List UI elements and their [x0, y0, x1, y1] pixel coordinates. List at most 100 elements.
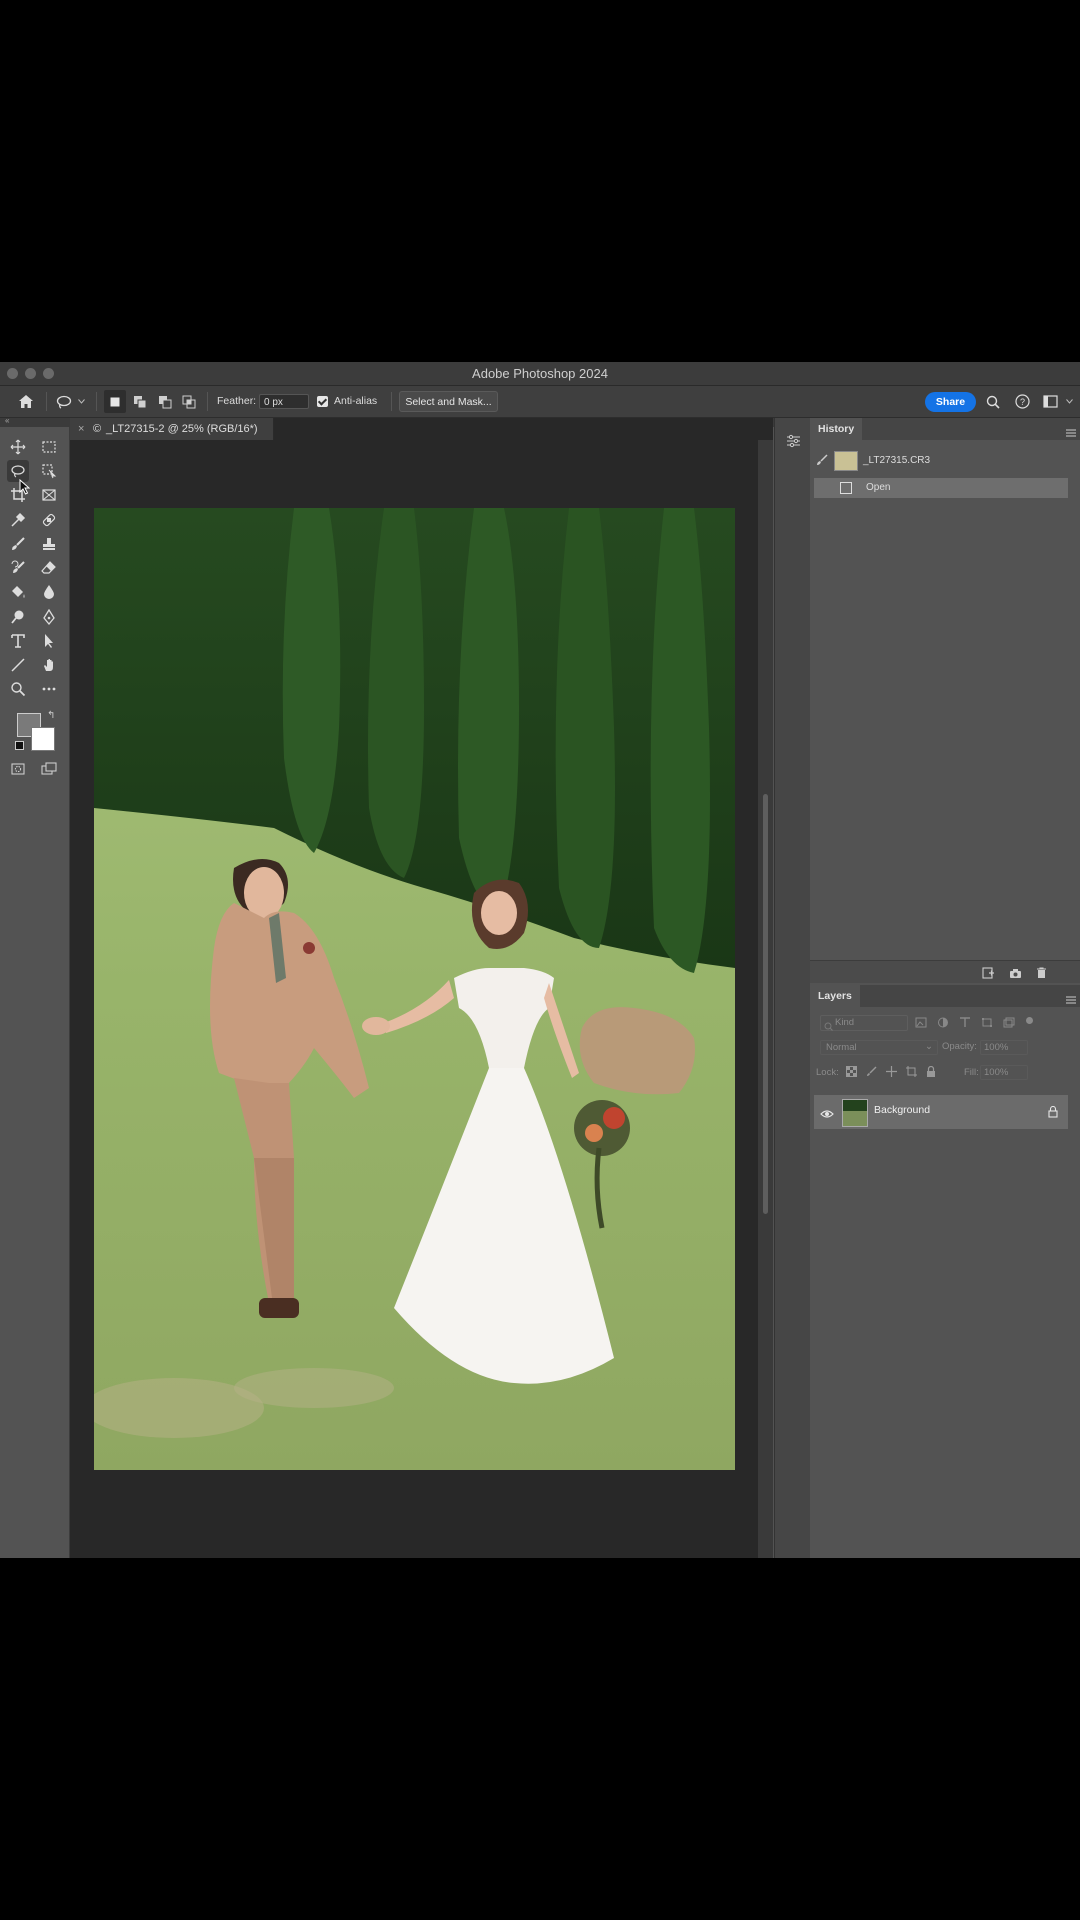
scrollbar-thumb[interactable]	[763, 794, 768, 1214]
blur-tool-icon[interactable]	[38, 581, 60, 603]
type-filter-icon[interactable]	[959, 1017, 971, 1028]
share-button[interactable]: Share	[925, 392, 976, 412]
layers-tab[interactable]: Layers	[810, 985, 860, 1007]
lasso-preset-icon[interactable]	[54, 386, 74, 417]
feather-input[interactable]: 0 px	[259, 394, 309, 409]
eraser-tool-icon[interactable]	[38, 557, 60, 579]
adjustment-filter-icon[interactable]	[937, 1017, 949, 1028]
history-footer	[810, 960, 1080, 983]
lock-position-icon[interactable]	[886, 1066, 897, 1077]
vertical-scrollbar[interactable]	[758, 440, 773, 1558]
chevron-down-icon[interactable]	[76, 386, 86, 417]
layer-lock-icon[interactable]	[1048, 1105, 1058, 1123]
layers-menu-icon[interactable]	[1066, 991, 1076, 1009]
camera-icon[interactable]	[1009, 966, 1022, 984]
search-icon[interactable]	[984, 386, 1002, 417]
layer-thumbnail	[842, 1099, 868, 1127]
trash-icon[interactable]	[1036, 966, 1047, 984]
intersect-selection-icon[interactable]	[178, 386, 200, 417]
opacity-label: Opacity:	[942, 1041, 977, 1052]
history-snapshot[interactable]: _LT27315.CR3	[814, 448, 1068, 474]
path-selection-tool-icon[interactable]	[38, 630, 60, 652]
subtract-from-selection-icon[interactable]	[154, 386, 176, 417]
title-bar: Adobe Photoshop 2024	[0, 362, 1080, 386]
pen-tool-icon[interactable]	[38, 606, 60, 628]
filter-kind-label: Kind	[835, 1017, 855, 1028]
history-state[interactable]: Open	[814, 478, 1068, 498]
pixel-filter-icon[interactable]	[915, 1017, 927, 1028]
layers-panel-header: Layers	[810, 985, 1080, 1007]
right-panels: History _LT27315.CR3 Open Layers Kind No…	[810, 418, 1080, 1558]
layer-filter-icons	[915, 1017, 1015, 1028]
opacity-input[interactable]: 100%	[980, 1040, 1028, 1055]
type-tool-icon[interactable]	[7, 630, 29, 652]
shape-filter-icon[interactable]	[981, 1017, 993, 1028]
close-document-icon[interactable]: ×	[78, 418, 84, 440]
history-brush-tool-icon[interactable]	[7, 557, 29, 579]
help-icon[interactable]: ?	[1013, 386, 1031, 417]
new-selection-icon[interactable]	[104, 390, 126, 413]
brush-source-icon[interactable]	[816, 454, 828, 474]
collapse-toolbar-icon[interactable]: «	[5, 416, 9, 425]
new-document-from-state-icon[interactable]	[982, 966, 994, 984]
fill-value: 100%	[984, 1067, 1009, 1078]
blend-mode-value: Normal	[826, 1042, 857, 1053]
quick-mask-icon[interactable]	[7, 758, 29, 780]
filter-search-icon	[824, 1018, 833, 1036]
lock-options	[846, 1066, 936, 1077]
move-tool-icon[interactable]	[7, 436, 29, 458]
history-menu-icon[interactable]	[1066, 424, 1076, 442]
object-selection-tool-icon[interactable]	[38, 460, 60, 482]
anti-alias-checkbox[interactable]	[317, 396, 328, 407]
line-tool-icon[interactable]	[7, 654, 29, 676]
anti-alias-label: Anti-alias	[334, 395, 378, 407]
opacity-value: 100%	[984, 1042, 1009, 1053]
mouse-cursor-icon	[19, 478, 31, 500]
layer-row[interactable]: Background	[814, 1095, 1068, 1129]
dodge-tool-icon[interactable]	[7, 606, 29, 628]
lock-all-icon[interactable]	[926, 1066, 936, 1077]
swap-colors-icon[interactable]: ↰	[47, 710, 55, 721]
home-icon[interactable]	[14, 386, 38, 417]
filter-toggle[interactable]	[1026, 1017, 1033, 1024]
document-tab[interactable]: × © _LT27315-2 @ 25% (RGB/16*)	[70, 418, 274, 440]
brush-tool-icon[interactable]	[7, 533, 29, 555]
layer-filter-kind[interactable]: Kind	[820, 1015, 908, 1031]
clone-stamp-tool-icon[interactable]	[38, 533, 60, 555]
fill-input[interactable]: 100%	[980, 1065, 1028, 1080]
hand-tool-icon[interactable]	[38, 654, 60, 676]
blend-mode-chevron-icon: ⌄	[925, 1041, 933, 1052]
tools-panel: ↰	[0, 427, 70, 1558]
default-colors-icon[interactable]	[15, 741, 24, 750]
workspace-chevron-icon[interactable]	[1064, 386, 1074, 417]
select-and-mask-button[interactable]: Select and Mask...	[399, 391, 498, 412]
canvas[interactable]	[70, 440, 758, 1558]
add-to-selection-icon[interactable]	[129, 386, 151, 417]
lock-image-pixels-icon[interactable]	[866, 1066, 877, 1077]
screen-mode-icon[interactable]	[38, 758, 60, 780]
paint-bucket-tool-icon[interactable]	[7, 581, 29, 603]
lock-transparent-pixels-icon[interactable]	[846, 1066, 857, 1077]
properties-panel-icon[interactable]	[784, 432, 802, 450]
more-tools-icon[interactable]	[38, 678, 60, 700]
healing-brush-tool-icon[interactable]	[38, 509, 60, 531]
eye-icon[interactable]	[820, 1106, 834, 1124]
frame-tool-icon[interactable]	[38, 484, 60, 506]
document-tab-title: _LT27315-2 @ 25% (RGB/16*)	[106, 423, 258, 435]
blend-mode-select[interactable]: Normal ⌄	[820, 1040, 938, 1055]
snapshot-thumbnail	[834, 451, 858, 471]
marquee-tool-icon[interactable]	[38, 436, 60, 458]
lock-artboard-icon[interactable]	[906, 1066, 917, 1077]
document-flag: ©	[93, 423, 102, 435]
panel-icon-strip	[774, 418, 811, 1558]
wedding-photo	[94, 508, 735, 1470]
options-bar: Feather: 0 px Anti-alias Select and Mask…	[0, 386, 1080, 418]
smart-object-filter-icon[interactable]	[1003, 1017, 1015, 1028]
workspace-icon[interactable]	[1041, 386, 1059, 417]
lock-label: Lock:	[816, 1067, 839, 1078]
history-tab[interactable]: History	[810, 418, 863, 440]
background-color-swatch[interactable]	[31, 727, 55, 751]
layer-name: Background	[874, 1104, 931, 1116]
zoom-tool-icon[interactable]	[7, 678, 29, 700]
eyedropper-tool-icon[interactable]	[7, 509, 29, 531]
